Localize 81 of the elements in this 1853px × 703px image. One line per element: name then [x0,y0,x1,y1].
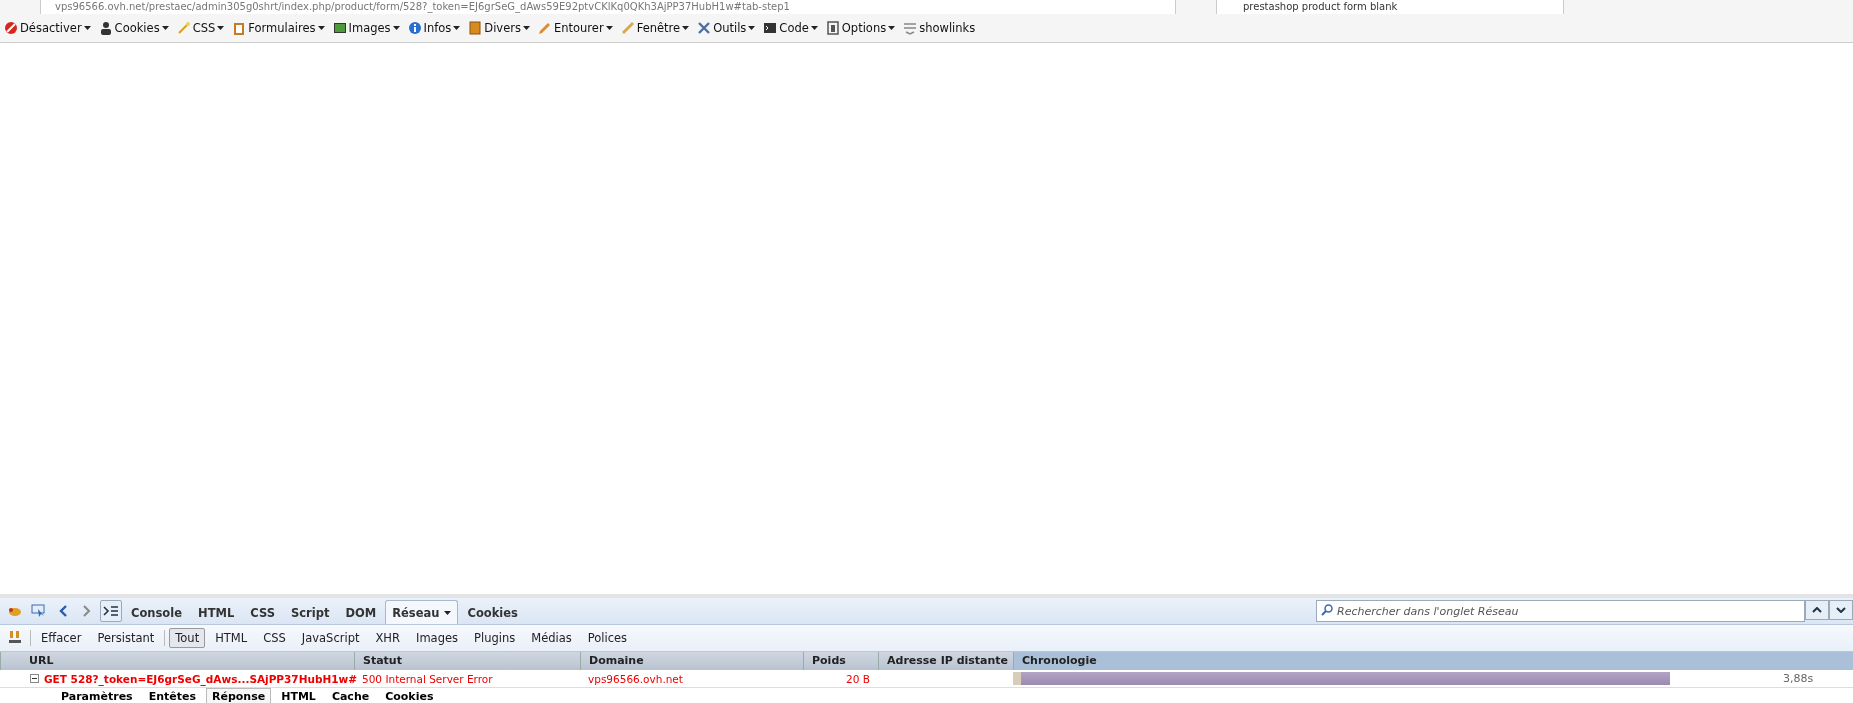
search-field[interactable]: prestashop product form blank [1216,0,1564,14]
forbidden-icon [4,21,18,35]
box-icon [468,21,483,35]
toolbar-menu-button[interactable]: Cookies [96,21,171,35]
caret-icon [83,26,91,30]
search-field[interactable]: Rechercher dans l'onglet Réseau [1316,600,1805,622]
panel-tab[interactable]: Cookies [460,600,525,624]
action-button[interactable]: Persistant [91,628,161,648]
toolbar-menu-button[interactable]: Formulaires [230,21,327,35]
collapse-toggle[interactable] [30,674,39,683]
links-icon [903,21,918,35]
filter-button[interactable]: Médias [525,628,578,648]
caret-icon [522,26,530,30]
panel-tab[interactable]: HTML [191,600,242,624]
toolbar-menu-button[interactable]: Images [330,21,402,35]
clipboard-icon [232,21,247,35]
request-url[interactable]: GET 528?_token=EJ6grSeG_dAws...SAjPP37HubH1w# [44,672,358,685]
column-header[interactable]: Chronologie [1013,652,1853,670]
table-cell: 20 B [846,672,870,685]
chevron-up-icon [1812,607,1822,613]
toolbar-menu-button[interactable]: Infos [405,21,463,35]
filter-button[interactable]: Images [410,628,464,648]
filter-button[interactable]: Tout [169,628,206,648]
panel-tab[interactable]: Réseau [385,600,459,624]
caret-icon [748,26,756,30]
filter-button[interactable]: CSS [257,628,292,648]
duration-text: 3,88s [1783,672,1815,685]
table-cell: 500 Internal Server Error [362,672,493,685]
column-header[interactable]: Poids [803,652,878,670]
filter-button[interactable]: JavaScript [295,628,366,648]
info-icon [407,21,422,35]
caret-icon [444,610,452,615]
tools-icon [697,21,712,35]
detail-tab[interactable]: Réponse [206,688,272,703]
column-header[interactable]: Statut [354,652,580,670]
caret-icon [453,26,461,30]
previous-button[interactable] [1805,600,1829,620]
pencil-icon [537,21,552,35]
caret-icon [605,26,613,30]
caret-icon [317,26,325,30]
wand-icon [176,21,191,35]
detail-tab[interactable]: Entêtes [142,688,202,703]
panel-tab[interactable]: CSS [243,600,282,624]
caret-icon [392,26,400,30]
toolbar-menu-button[interactable]: Désactiver [2,21,93,35]
toolbar-menu-button[interactable]: Outils [695,21,758,35]
toolbar-menu-button[interactable]: showlinks [901,21,978,35]
panel-tab[interactable]: DOM [338,600,384,624]
panel-tab[interactable]: Console [124,600,189,624]
table-cell: vps96566.ovh.net [588,672,683,685]
toolbar-menu-button[interactable]: Entourer [535,21,615,35]
next-button[interactable] [1829,600,1853,620]
toolbar-menu-button[interactable]: Divers [466,21,532,35]
detail-tab[interactable]: Paramètres [55,688,139,703]
column-header[interactable]: Domaine [580,652,803,670]
person-icon [98,21,113,35]
filter-button[interactable]: Polices [581,628,634,648]
detail-tab[interactable]: Cookies [379,688,440,703]
panel-tab[interactable]: Script [283,600,337,624]
toolbar-menu-button[interactable]: Options [823,21,898,35]
caret-icon [810,26,818,30]
image-icon [332,21,347,35]
detail-tab[interactable]: Cache [325,688,376,703]
filter-button[interactable]: HTML [209,628,254,648]
terminal-icon [763,21,778,35]
filter-button[interactable]: Plugins [468,628,522,648]
caret-icon [888,26,896,30]
filter-button[interactable]: XHR [369,628,406,648]
toolbar-menu-button[interactable]: Fenêtre [618,21,692,35]
caret-icon [217,26,225,30]
address-field[interactable]: vps96566.ovh.net/prestaec/admin305g0shrt/index.php/product/form/528?_token=EJ6grSeG_dAws59E92ptvCKlKq0QKh3AjPP37HubH1w#tab-step1 [40,0,1176,14]
column-header[interactable]: URL [0,652,354,670]
caret-icon [161,26,169,30]
action-button[interactable]: Effacer [35,628,88,648]
toolbar-menu-button[interactable]: CSS [174,21,227,35]
switch-icon [825,21,840,35]
detail-tab[interactable]: HTML [275,688,322,703]
chevron-down-icon [1836,607,1846,613]
ruler-icon [620,21,635,35]
caret-icon [682,26,690,30]
toolbar-menu-button[interactable]: Code [761,21,820,35]
